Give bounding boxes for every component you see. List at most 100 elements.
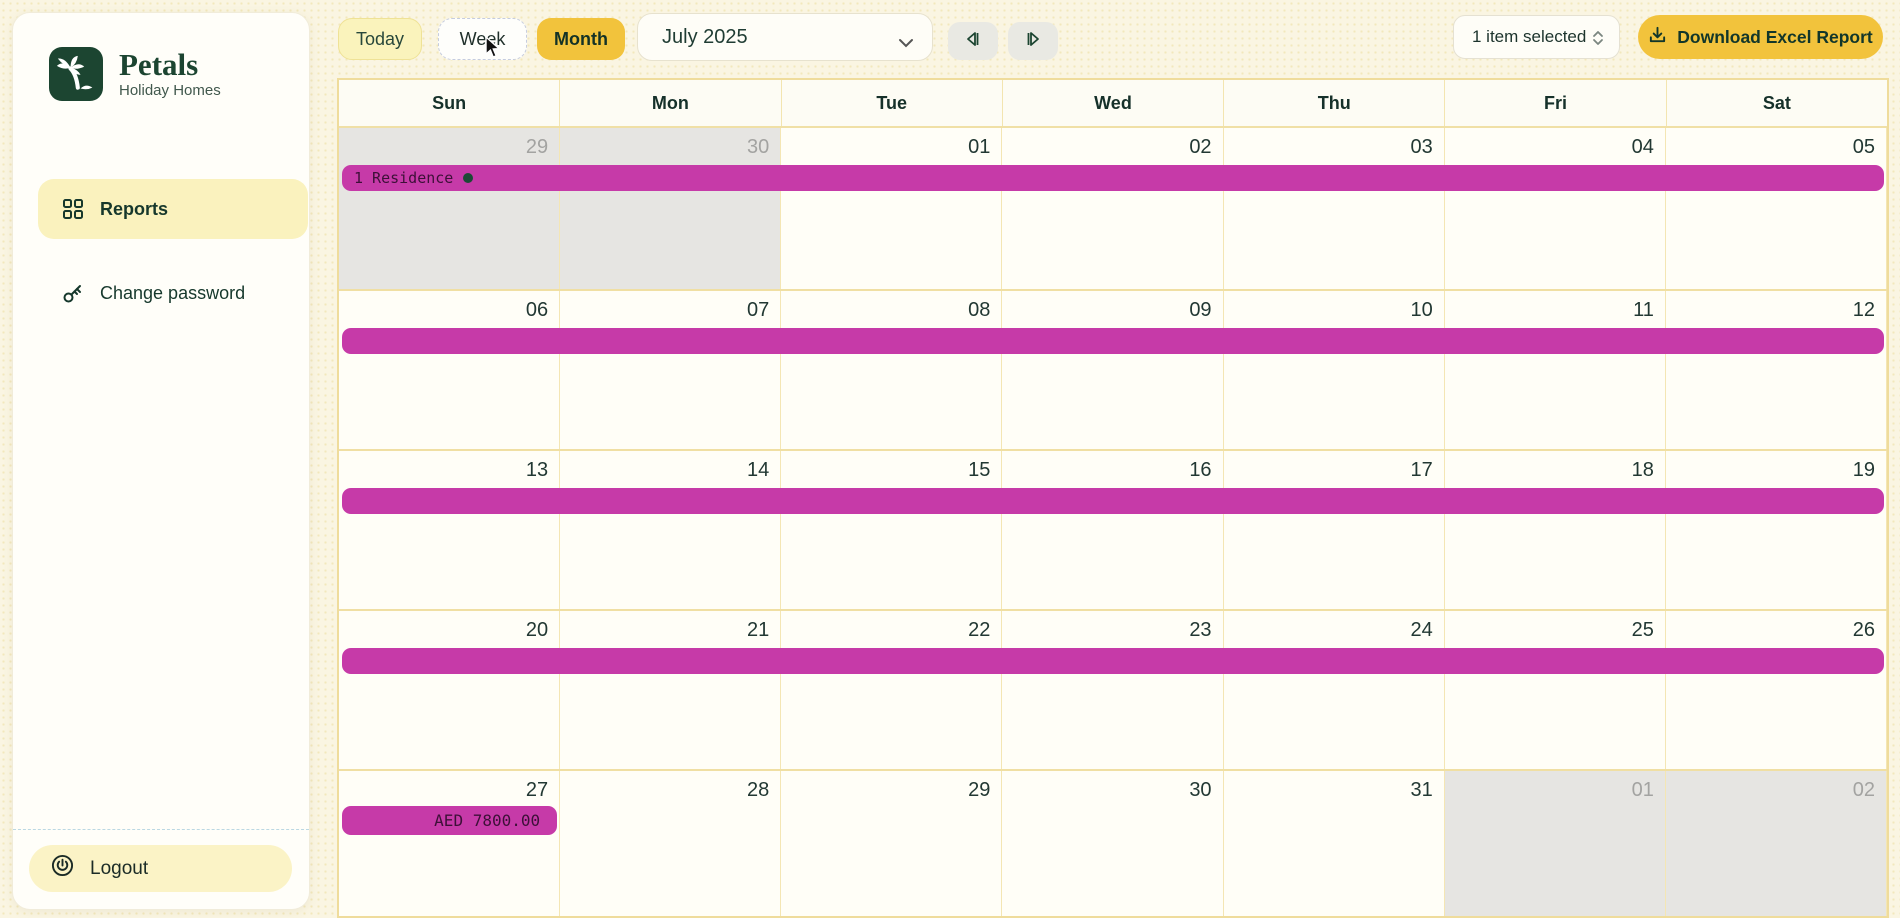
date-number: 03 (1410, 136, 1432, 159)
day-cell-04[interactable]: 04 (1445, 128, 1666, 289)
day-cell-10[interactable]: 10 (1224, 291, 1445, 449)
date-number: 01 (1632, 779, 1654, 802)
day-cell-13[interactable]: 13 (339, 451, 560, 609)
day-cell-18[interactable]: 18 (1445, 451, 1666, 609)
day-cell-11[interactable]: 11 (1445, 291, 1666, 449)
day-cell-31[interactable]: 31 (1224, 771, 1445, 918)
day-cell-26[interactable]: 26 (1666, 611, 1887, 769)
calendar-month-view: SunMonTueWedThuFriSat 293001020304051 Re… (337, 78, 1889, 918)
week-row: 2930 01 02 03 0405 1 Residence (339, 128, 1887, 291)
prev-month-button[interactable] (948, 22, 998, 60)
event-bar-label: 1 Residence (342, 169, 453, 187)
day-cell-22[interactable]: 22 (781, 611, 1002, 769)
month-select[interactable]: July 2025 (637, 13, 933, 61)
logout-button[interactable]: Logout (29, 845, 292, 892)
items-selected-dropdown[interactable]: 1 item selected (1453, 15, 1620, 59)
date-number: 24 (1410, 619, 1432, 642)
date-number: 16 (1189, 459, 1211, 482)
day-cell-12[interactable]: 12 (1666, 291, 1887, 449)
day-cell-02[interactable]: 02 (1002, 128, 1223, 289)
event-bar[interactable]: 1 Residence (342, 165, 1884, 191)
week-label: Week (460, 29, 506, 50)
download-icon (1648, 25, 1667, 49)
day-cell-19[interactable]: 19 (1666, 451, 1887, 609)
day-cell-16[interactable]: 16 (1002, 451, 1223, 609)
event-bar[interactable]: AED 7800.00 (342, 806, 557, 835)
day-cell-29[interactable]: 29 (781, 771, 1002, 918)
day-cell-27[interactable]: 27 (339, 771, 560, 918)
date-number: 27 (526, 779, 548, 802)
date-number: 17 (1410, 459, 1432, 482)
sidebar-item-reports[interactable]: Reports (38, 179, 308, 239)
day-cell-03[interactable]: 03 (1224, 128, 1445, 289)
week-row: 13 14 15 16 17 1819 (339, 451, 1887, 611)
day-cell-01[interactable]: 01 (1445, 771, 1666, 918)
date-number: 08 (968, 299, 990, 322)
chevron-down-icon (898, 32, 914, 55)
items-selected-value: 1 item selected (1472, 27, 1586, 47)
day-cell-08[interactable]: 08 (781, 291, 1002, 449)
date-number: 20 (526, 619, 548, 642)
day-cell-28[interactable]: 28 (560, 771, 781, 918)
week-button[interactable]: Week (438, 18, 527, 60)
day-cell-30[interactable]: 30 (1002, 771, 1223, 918)
day-cell-21[interactable]: 21 (560, 611, 781, 769)
date-number: 29 (968, 779, 990, 802)
day-cell-15[interactable]: 15 (781, 451, 1002, 609)
day-cell-07[interactable]: 07 (560, 291, 781, 449)
next-month-button[interactable] (1008, 22, 1058, 60)
day-cell-25[interactable]: 25 (1445, 611, 1666, 769)
download-excel-report-button[interactable]: Download Excel Report (1638, 15, 1883, 59)
sidebar-item-label: Reports (100, 199, 168, 220)
grid-icon (62, 198, 84, 220)
day-cell-09[interactable]: 09 (1002, 291, 1223, 449)
day-cell-05[interactable]: 05 (1666, 128, 1887, 289)
day-cell-06[interactable]: 06 (339, 291, 560, 449)
key-icon (62, 282, 84, 304)
brand-logo: Petals Holiday Homes (49, 47, 221, 101)
day-cell-23[interactable]: 23 (1002, 611, 1223, 769)
logout-section: Logout (13, 829, 309, 909)
power-icon (51, 854, 74, 883)
day-cell-14[interactable]: 14 (560, 451, 781, 609)
date-number: 21 (747, 619, 769, 642)
date-number: 28 (747, 779, 769, 802)
date-number: 31 (1410, 779, 1432, 802)
today-label: Today (356, 29, 404, 50)
day-header-thu: Thu (1224, 80, 1445, 126)
day-header-mon: Mon (560, 80, 781, 126)
calendar-body: 293001020304051 Residence060708091011121… (339, 128, 1887, 918)
day-cell-02[interactable]: 02 (1666, 771, 1887, 918)
date-number: 23 (1189, 619, 1211, 642)
today-button[interactable]: Today (338, 18, 422, 60)
date-number: 13 (526, 459, 548, 482)
day-header-sun: Sun (339, 80, 560, 126)
date-number: 12 (1853, 299, 1875, 322)
day-header-row: SunMonTueWedThuFriSat (339, 80, 1887, 128)
brand-tagline: Holiday Homes (119, 82, 221, 99)
event-bar[interactable] (342, 648, 1884, 674)
month-button[interactable]: Month (537, 18, 625, 60)
day-cell-20[interactable]: 20 (339, 611, 560, 769)
brand-name: Petals (119, 49, 221, 81)
sidebar-item-label: Change password (100, 283, 245, 304)
date-number: 09 (1189, 299, 1211, 322)
day-cell-17[interactable]: 17 (1224, 451, 1445, 609)
date-number: 15 (968, 459, 990, 482)
logout-label: Logout (90, 858, 148, 880)
day-cell-24[interactable]: 24 (1224, 611, 1445, 769)
week-row: 0607 08 09 1011 12 (339, 291, 1887, 451)
sidebar-item-change-password[interactable]: Change password (38, 263, 308, 323)
download-label: Download Excel Report (1677, 27, 1872, 48)
event-bar[interactable] (342, 488, 1884, 514)
event-bar[interactable] (342, 328, 1884, 354)
day-cell-29[interactable]: 29 (339, 128, 560, 289)
date-number: 01 (968, 136, 990, 159)
day-header-fri: Fri (1445, 80, 1666, 126)
event-bar-label: AED 7800.00 (434, 811, 540, 830)
sidebar: Petals Holiday Homes Reports Change pass… (12, 12, 310, 910)
date-number: 02 (1189, 136, 1211, 159)
day-cell-30[interactable]: 30 (560, 128, 781, 289)
day-cell-01[interactable]: 01 (781, 128, 1002, 289)
step-backward-icon (963, 30, 983, 53)
